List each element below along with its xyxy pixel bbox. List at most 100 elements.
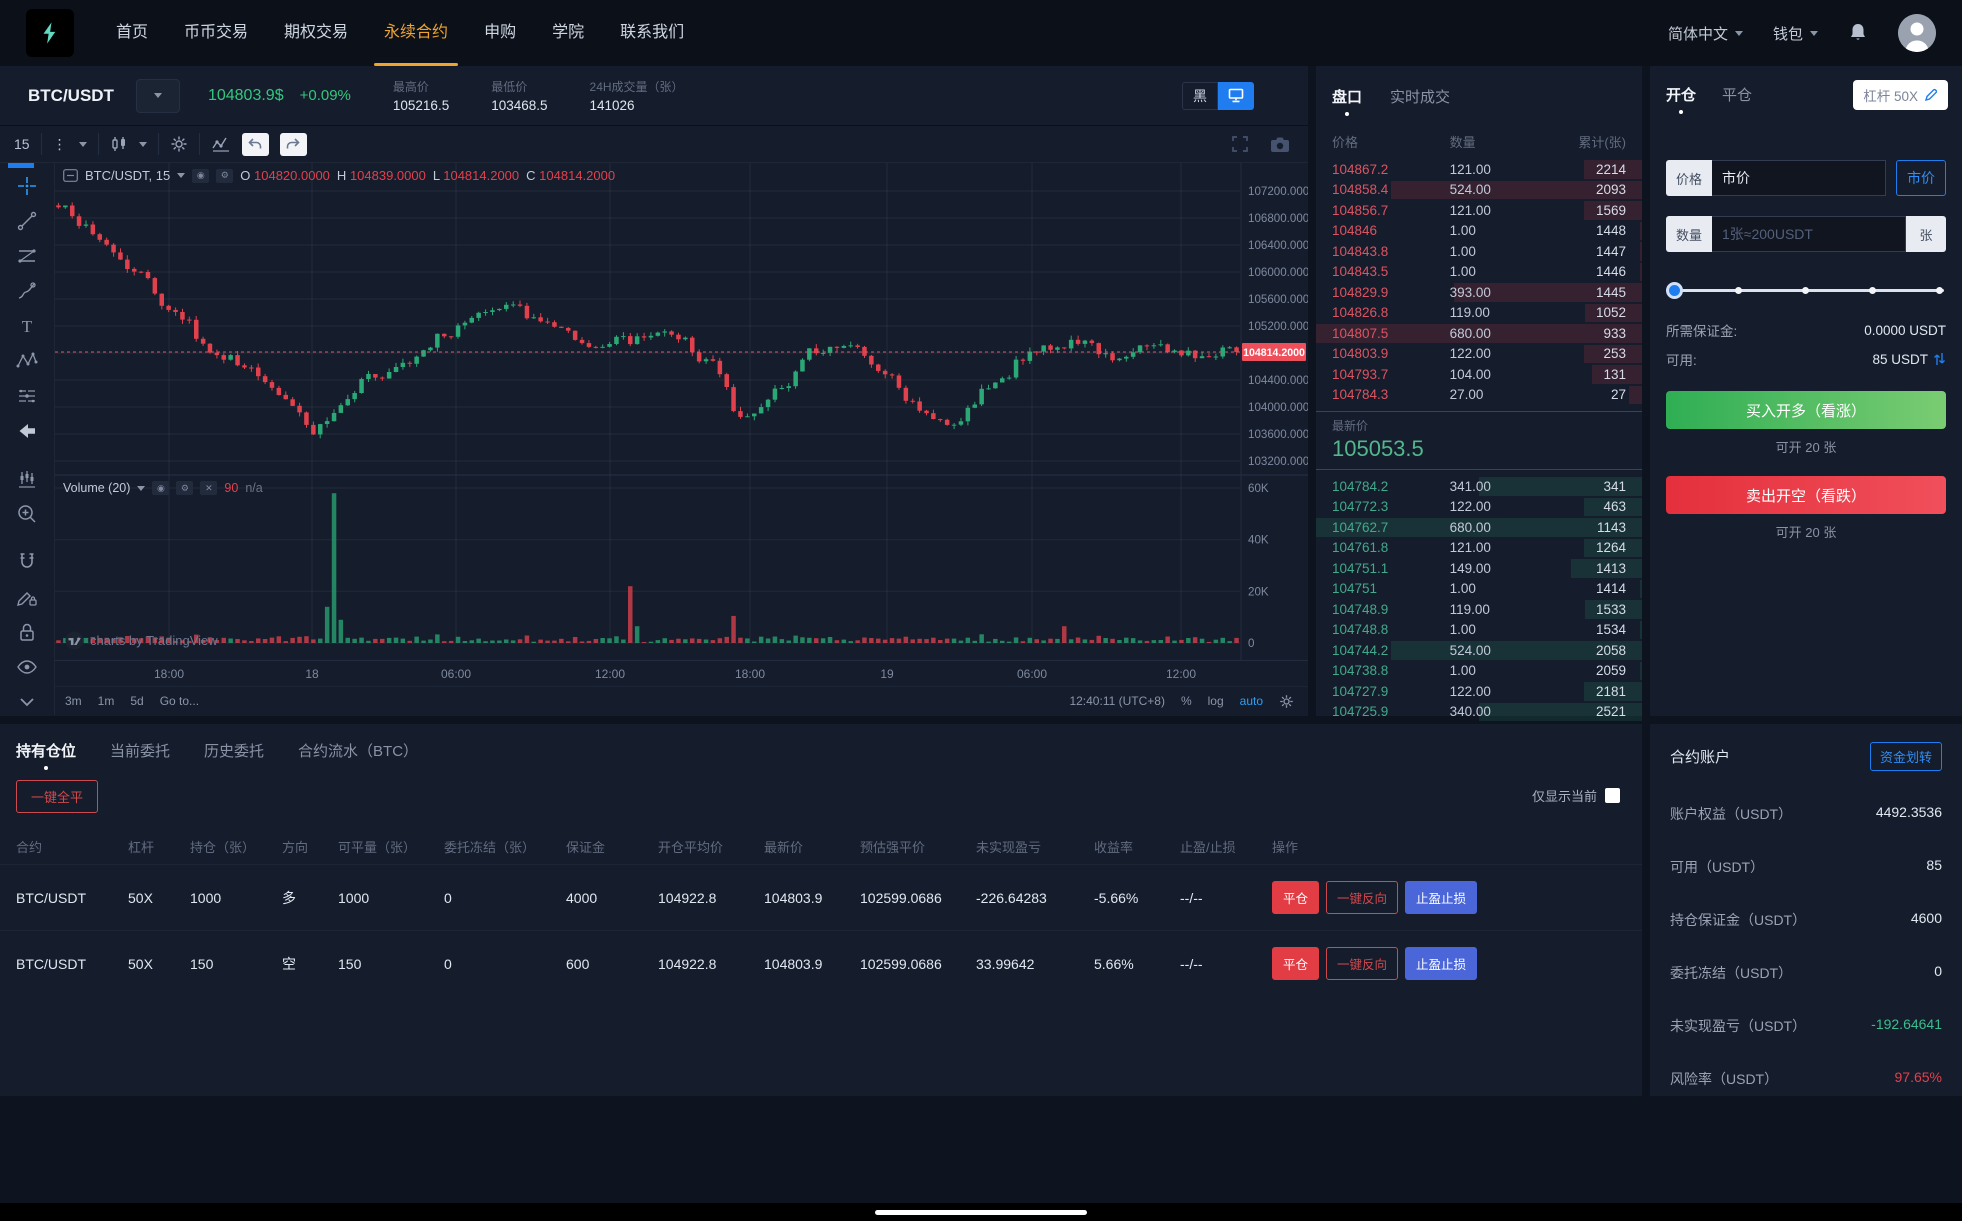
legend-symbol[interactable]: BTC/USDT, 15 xyxy=(85,168,170,183)
ask-row[interactable]: 104807.5 680.00 933 xyxy=(1316,323,1642,344)
chevron-down-icon[interactable] xyxy=(137,485,146,491)
crosshair-icon[interactable] xyxy=(14,175,40,197)
chevron-down-icon[interactable] xyxy=(78,141,87,147)
tp-sl-button[interactable]: 止盈止损 xyxy=(1405,881,1478,914)
positions-tab-2[interactable]: 历史委托 xyxy=(204,740,264,770)
camera-snapshot-icon[interactable] xyxy=(1270,136,1290,153)
close-position-button[interactable]: 平仓 xyxy=(1272,881,1320,914)
volume-indicator-label[interactable]: Volume (20) xyxy=(63,481,130,495)
chart-canvas[interactable]: 104814.2000 107200.0000 106800.0000 106400.… xyxy=(55,163,1308,660)
bid-row[interactable]: 104761.8 121.00 1264 xyxy=(1316,538,1642,559)
trend-line-icon[interactable] xyxy=(14,210,40,232)
trade-tab-0[interactable]: 开仓 xyxy=(1666,84,1696,114)
notification-bell-icon[interactable] xyxy=(1848,22,1868,44)
price-input[interactable] xyxy=(1712,160,1886,196)
transfer-swap-icon[interactable] xyxy=(1933,352,1946,366)
close-all-button[interactable]: 一键全平 xyxy=(16,780,99,813)
trade-tab-1[interactable]: 平仓 xyxy=(1722,84,1752,114)
ask-row[interactable]: 104858.4 524.00 2093 xyxy=(1316,180,1642,201)
redo-button[interactable] xyxy=(279,132,307,156)
reverse-position-button[interactable]: 一键反向 xyxy=(1326,947,1399,980)
fullscreen-icon[interactable] xyxy=(1230,134,1250,154)
eye-icon[interactable] xyxy=(14,656,40,678)
bid-row[interactable]: 104751 1.00 1414 xyxy=(1316,579,1642,600)
tradingview-credit[interactable]: charts by TradingView xyxy=(65,631,218,650)
ask-row[interactable]: 104843.5 1.00 1446 xyxy=(1316,262,1642,283)
chevron-down-icon[interactable] xyxy=(177,173,186,178)
clock-label[interactable]: 12:40:11 (UTC+8) xyxy=(1069,694,1165,708)
ask-row[interactable]: 104856.7 121.00 1569 xyxy=(1316,200,1642,221)
language-selector[interactable]: 简体中文 xyxy=(1668,23,1743,44)
chart-settings-gear-icon[interactable] xyxy=(170,135,188,153)
sell-short-button[interactable]: 卖出开空（看跌） xyxy=(1666,476,1946,514)
axis-settings-gear-icon[interactable] xyxy=(1279,694,1294,709)
interval-button[interactable]: 15 xyxy=(14,136,30,152)
ask-row[interactable]: 104846 1.00 1448 xyxy=(1316,221,1642,242)
brand-logo[interactable] xyxy=(26,9,74,57)
bid-row[interactable]: 104727.9 122.00 2181 xyxy=(1316,681,1642,702)
undo-button[interactable] xyxy=(241,132,269,156)
ask-row[interactable]: 104826.8 119.00 1052 xyxy=(1316,303,1642,324)
range-button-3m[interactable]: 3m xyxy=(65,694,82,708)
orderbook-tab-1[interactable]: 实时成交 xyxy=(1390,86,1450,116)
brush-icon[interactable] xyxy=(14,280,40,302)
amount-slider[interactable] xyxy=(1666,282,1944,299)
text-tool-icon[interactable]: T xyxy=(14,315,40,337)
ask-row[interactable]: 104793.7 104.00 131 xyxy=(1316,364,1642,385)
only-current-checkbox[interactable] xyxy=(1605,788,1620,803)
bid-row[interactable]: 104725.9 340.00 2521 xyxy=(1316,702,1642,723)
bid-row[interactable]: 104772.3 122.00 463 xyxy=(1316,497,1642,518)
fib-retracement-icon[interactable] xyxy=(14,245,40,267)
nav-item-4[interactable]: 申购 xyxy=(484,0,516,66)
ask-row[interactable]: 104803.9 122.00 253 xyxy=(1316,344,1642,365)
bid-row[interactable]: 104751.1 149.00 1413 xyxy=(1316,558,1642,579)
chevron-down-icon[interactable] xyxy=(138,141,147,147)
ask-row[interactable]: 104867.2 121.00 2214 xyxy=(1316,159,1642,180)
market-price-button[interactable]: 市价 xyxy=(1896,160,1946,196)
bar-pattern-icon[interactable] xyxy=(14,468,40,490)
ask-row[interactable]: 104784.3 27.00 27 xyxy=(1316,385,1642,406)
ask-row[interactable]: 104843.8 1.00 1447 xyxy=(1316,241,1642,262)
collapse-toolbar-chevron-icon[interactable] xyxy=(14,691,40,713)
bid-row[interactable]: 104738.8 1.00 2059 xyxy=(1316,661,1642,682)
positions-tab-3[interactable]: 合约流水（BTC） xyxy=(298,740,418,770)
bid-row[interactable]: 104744.2 524.00 2058 xyxy=(1316,640,1642,661)
nav-item-6[interactable]: 联系我们 xyxy=(620,0,684,66)
xabcd-pattern-icon[interactable] xyxy=(14,350,40,372)
tree-menu-icon[interactable] xyxy=(63,169,78,182)
nav-item-2[interactable]: 期权交易 xyxy=(284,0,348,66)
positions-tab-1[interactable]: 当前委托 xyxy=(110,740,170,770)
lock-icon[interactable] xyxy=(14,621,40,643)
bid-row[interactable]: 104762.7 680.00 1143 xyxy=(1316,517,1642,538)
volume-settings-icon[interactable]: ⚙ xyxy=(176,481,194,495)
nav-item-0[interactable]: 首页 xyxy=(116,0,148,66)
zoom-in-icon[interactable] xyxy=(14,503,40,525)
orderbook-tab-0[interactable]: 盘口 xyxy=(1332,86,1362,116)
arrow-left-icon[interactable] xyxy=(14,420,40,442)
nav-item-3[interactable]: 永续合约 xyxy=(374,0,459,66)
time-axis[interactable]: 18:00 18 06:00 12:00 18:00 19 06:00 12:00 xyxy=(55,660,1308,686)
legend-settings-icon[interactable]: ⚙ xyxy=(216,168,234,183)
bid-row[interactable]: 104748.9 119.00 1533 xyxy=(1316,599,1642,620)
close-position-button[interactable]: 平仓 xyxy=(1272,947,1320,980)
user-avatar[interactable] xyxy=(1898,14,1936,52)
transfer-funds-button[interactable]: 资金划转 xyxy=(1869,742,1942,771)
tp-sl-button[interactable]: 止盈止损 xyxy=(1405,947,1478,980)
forecast-tool-icon[interactable] xyxy=(14,385,40,407)
percent-scale-button[interactable]: % xyxy=(1181,694,1192,708)
pair-dropdown[interactable] xyxy=(135,78,180,113)
wallet-menu[interactable]: 钱包 xyxy=(1773,23,1818,44)
buy-long-button[interactable]: 买入开多（看涨） xyxy=(1666,391,1946,429)
auto-scale-button[interactable]: auto xyxy=(1240,694,1263,708)
ask-row[interactable]: 104829.9 393.00 1445 xyxy=(1316,282,1642,303)
magnet-icon[interactable] xyxy=(14,551,40,573)
volume-visibility-icon[interactable]: ◉ xyxy=(152,481,170,495)
amount-input[interactable] xyxy=(1712,216,1906,252)
legend-visibility-icon[interactable]: ◉ xyxy=(192,168,210,183)
goto-button[interactable]: Go to... xyxy=(160,694,199,708)
interval-menu-dots-icon[interactable]: ⋮ xyxy=(53,136,68,153)
bid-row[interactable]: 104784.2 341.00 341 xyxy=(1316,476,1642,497)
candle-style-icon[interactable] xyxy=(110,135,128,153)
screen-mode-button[interactable] xyxy=(1218,81,1254,110)
slider-handle[interactable] xyxy=(1666,282,1683,299)
